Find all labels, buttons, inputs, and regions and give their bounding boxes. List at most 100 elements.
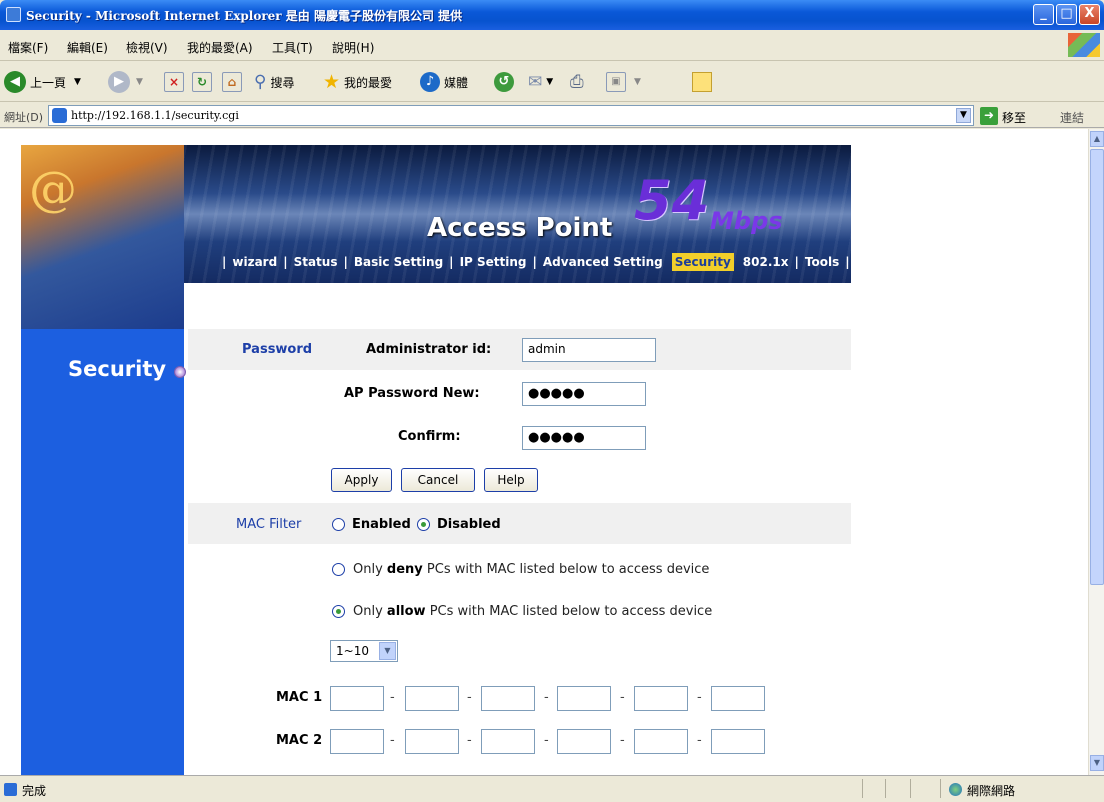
scroll-down-icon[interactable]: ▼ <box>1090 755 1104 771</box>
allow-mode-prefix: Only <box>353 604 387 619</box>
nav-separator: | <box>532 255 537 269</box>
menu-edit[interactable]: 編輯(E) <box>67 39 108 56</box>
scroll-thumb[interactable] <box>1090 149 1104 585</box>
nav-security[interactable]: Security <box>671 253 734 271</box>
nav-tools[interactable]: Tools <box>802 253 842 271</box>
forward-button[interactable]: ▶ ▼ <box>108 69 143 95</box>
back-button[interactable]: ◀ 上一頁 ▼ <box>4 69 81 95</box>
home-button[interactable]: ⌂ <box>222 69 242 95</box>
nav-basic-setting[interactable]: Basic Setting <box>351 253 446 271</box>
mac-2-octet-3[interactable] <box>481 729 535 754</box>
deny-mode-radio[interactable] <box>332 563 345 576</box>
admin-id-input[interactable]: admin <box>522 338 656 362</box>
mail-icon: ✉ <box>528 72 543 92</box>
chevron-down-icon: ▼ <box>634 77 641 87</box>
mac-filter-disabled-radio[interactable] <box>417 518 430 531</box>
windows-logo-icon <box>1068 33 1100 57</box>
back-arrow-icon: ◀ <box>4 71 26 93</box>
menu-favorites[interactable]: 我的最愛(A) <box>187 39 253 56</box>
nav-separator: | <box>845 255 850 269</box>
sidebar-header-graphic: @ <box>21 145 184 329</box>
mac-2-octet-5[interactable] <box>634 729 688 754</box>
ie-app-icon <box>6 7 21 22</box>
mac-2-octet-2[interactable] <box>405 729 459 754</box>
browser-window: Security - Microsoft Internet Explorer 是… <box>0 0 1104 802</box>
history-icon: ↺ <box>494 72 514 92</box>
mac-1-octet-3[interactable] <box>481 686 535 711</box>
media-label: 媒體 <box>444 75 469 90</box>
nav-status[interactable]: Status <box>291 253 341 271</box>
mac-1-octet-2[interactable] <box>405 686 459 711</box>
links-button[interactable]: 連結 <box>1060 109 1084 126</box>
nav-wizard[interactable]: wizard <box>229 253 280 271</box>
mac-2-octet-6[interactable] <box>711 729 765 754</box>
vertical-scrollbar[interactable]: ▲ ▼ <box>1088 129 1104 775</box>
nav-8021x[interactable]: 802.1x <box>740 253 792 271</box>
deny-mode-label: Only deny PCs with MAC listed below to a… <box>353 562 709 577</box>
menu-file[interactable]: 檔案(F) <box>8 39 48 56</box>
chevron-down-icon: ▼ <box>136 77 143 87</box>
menu-tools[interactable]: 工具(T) <box>272 39 313 56</box>
apply-button[interactable]: Apply <box>331 468 392 492</box>
address-input[interactable]: http://192.168.1.1/security.cgi ▼ <box>48 105 974 126</box>
ap-password-input[interactable]: ●●●●● <box>522 382 646 406</box>
brand-name: Access Point <box>427 213 612 243</box>
menu-bar: 檔案(F) 編輯(E) 檢視(V) 我的最愛(A) 工具(T) 說明(H) <box>0 30 1104 61</box>
allow-mode-radio[interactable] <box>332 605 345 618</box>
nav-advanced-setting[interactable]: Advanced Setting <box>540 253 666 271</box>
help-button[interactable]: Help <box>484 468 538 492</box>
address-bar: 網址(D) http://192.168.1.1/security.cgi ▼ … <box>0 103 1104 128</box>
allow-mode-keyword: allow <box>386 604 426 619</box>
maximize-button[interactable]: □ <box>1056 4 1077 25</box>
sidebar-section-title: Security <box>68 357 167 381</box>
mac-2-octet-4[interactable] <box>557 729 611 754</box>
cancel-button[interactable]: Cancel <box>401 468 475 492</box>
nav-ip-setting[interactable]: IP Setting <box>457 253 530 271</box>
refresh-button[interactable]: ↻ <box>192 69 212 95</box>
left-sidebar: @ <box>21 145 184 775</box>
mac-1-octet-4[interactable] <box>557 686 611 711</box>
edit-button[interactable]: ▣ ▼ <box>606 69 641 95</box>
edit-icon: ▣ <box>606 72 626 92</box>
stop-button[interactable]: × <box>164 69 184 95</box>
menu-help[interactable]: 說明(H) <box>332 39 374 56</box>
back-label: 上一頁 <box>30 75 67 90</box>
print-button[interactable]: ⎙ <box>570 69 584 95</box>
banner: Access Point 54 Mbps | wizard | Status |… <box>184 145 851 283</box>
close-button[interactable]: X <box>1079 4 1100 25</box>
status-bar: 完成 網際網路 <box>0 775 1104 802</box>
chevron-down-icon[interactable]: ▼ <box>956 108 971 123</box>
mail-button[interactable]: ✉ ▼ <box>528 69 553 95</box>
mac-1-label: MAC 1 <box>276 690 323 705</box>
status-divider <box>940 779 941 798</box>
go-button[interactable]: 移至 <box>1002 109 1026 126</box>
messenger-button[interactable] <box>692 69 712 95</box>
minimize-button[interactable]: _ <box>1033 4 1054 25</box>
mac-1-octet-6[interactable] <box>711 686 765 711</box>
title-bar[interactable]: Security - Microsoft Internet Explorer 是… <box>0 0 1104 30</box>
favorites-button[interactable]: ★ 我的最愛 <box>323 69 392 95</box>
nav-separator: | <box>343 255 348 269</box>
go-arrow-icon[interactable]: ➜ <box>980 107 998 125</box>
mac-range-select[interactable]: 1~10 ▼ <box>330 640 398 662</box>
search-button[interactable]: ⚲ 搜尋 <box>254 69 294 95</box>
mac-1-octet-5[interactable] <box>634 686 688 711</box>
window-title: Security - Microsoft Internet Explorer 是… <box>26 9 463 23</box>
confirm-password-input[interactable]: ●●●●● <box>522 426 646 450</box>
menu-view[interactable]: 檢視(V) <box>126 39 168 56</box>
deny-mode-suffix: PCs with MAC listed below to access devi… <box>422 562 710 577</box>
chevron-down-icon[interactable]: ▼ <box>379 642 396 660</box>
mac-1-octet-1[interactable] <box>330 686 384 711</box>
mac-2-octet-1[interactable] <box>330 729 384 754</box>
main-nav: | wizard | Status | Basic Setting | IP S… <box>219 251 851 273</box>
scroll-up-icon[interactable]: ▲ <box>1090 131 1104 147</box>
octet-separator: - <box>620 733 625 748</box>
media-button[interactable]: ♪ 媒體 <box>420 69 468 95</box>
page-done-icon <box>4 783 17 796</box>
history-button[interactable]: ↺ <box>494 69 514 95</box>
password-buttons: Apply Cancel Help <box>188 468 851 494</box>
address-url: http://192.168.1.1/security.cgi <box>71 109 239 122</box>
admin-id-label: Administrator id: <box>366 342 492 357</box>
mac-filter-enabled-radio[interactable] <box>332 518 345 531</box>
media-icon: ♪ <box>420 72 440 92</box>
